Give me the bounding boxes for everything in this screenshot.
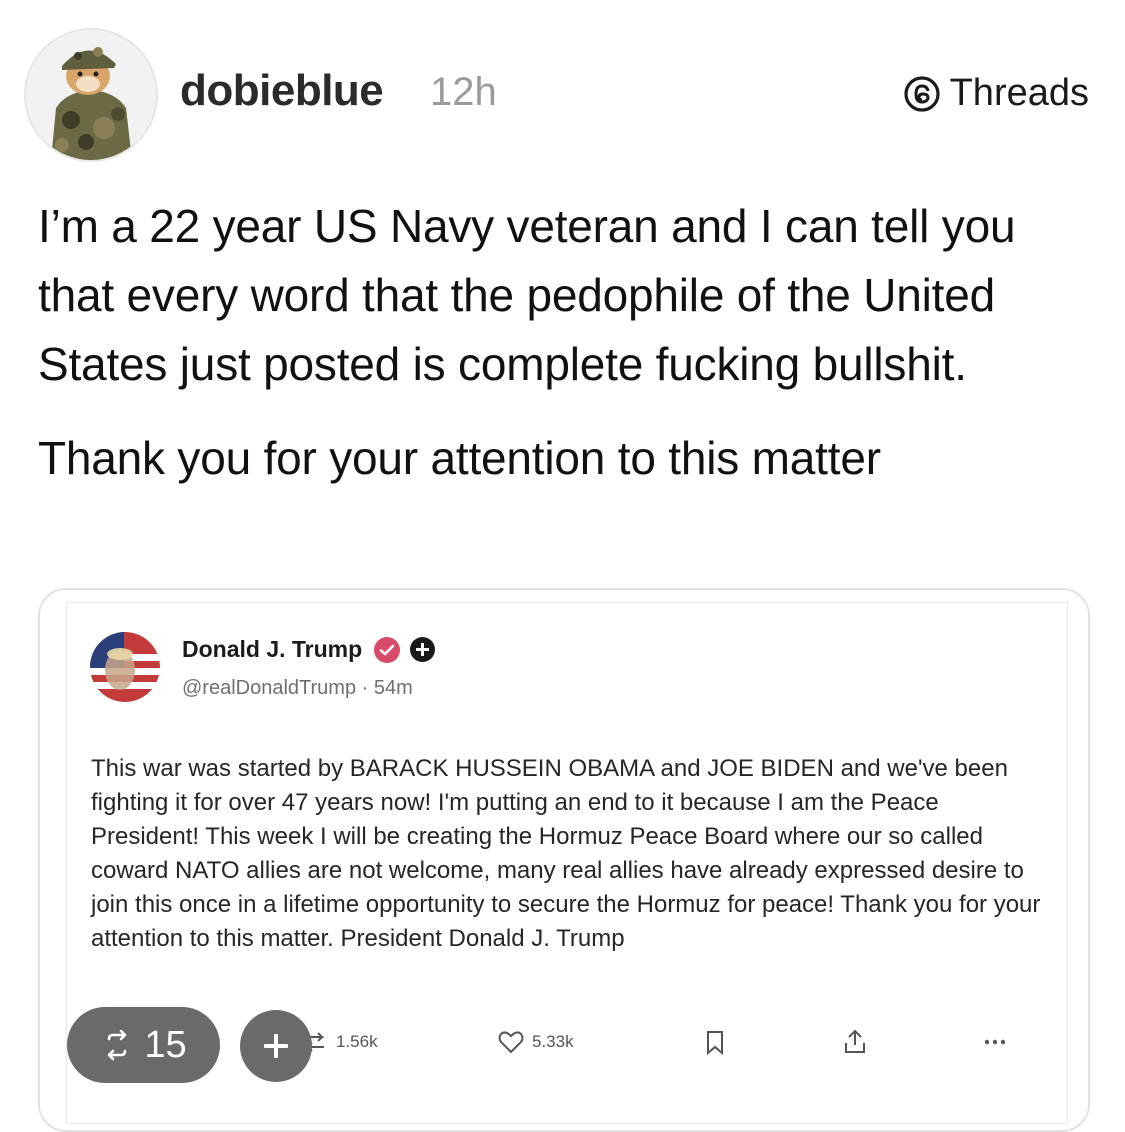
embedded-author-avatar — [90, 632, 160, 702]
plus-badge-icon — [410, 637, 435, 662]
military-dog-avatar-icon — [26, 30, 156, 160]
post-paragraph-2: Thank you for your attention to this mat… — [38, 432, 881, 484]
heart-icon — [498, 1031, 524, 1054]
author-avatar[interactable] — [24, 28, 158, 162]
post-body: I’m a 22 year US Navy veteran and I can … — [38, 192, 1098, 493]
embedded-bookmark-action — [700, 1027, 730, 1057]
embedded-more-action — [980, 1027, 1010, 1057]
threads-logo-icon — [903, 75, 940, 112]
embedded-like-action: 5.33k — [496, 1027, 574, 1057]
embedded-author-name: Donald J. Trump — [182, 636, 363, 662]
embedded-post-body: This war was started by BARACK HUSSEIN O… — [91, 755, 1041, 952]
post-paragraph-1: I’m a 22 year US Navy veteran and I can … — [38, 200, 1016, 390]
repost-count-button[interactable]: 15 — [67, 1007, 220, 1083]
more-dots-icon — [984, 1039, 1006, 1045]
repost-icon — [108, 1029, 127, 1061]
embedded-handle-time: @realDonaldTrump · 54m — [182, 677, 413, 699]
repost-count: 15 — [144, 1023, 187, 1066]
retruth-count: 1.56k — [336, 1032, 378, 1051]
plus-icon — [264, 1034, 288, 1058]
verified-badge-icon — [374, 637, 400, 663]
post-header: dobieblue 12h Threads — [0, 0, 1125, 170]
like-count: 5.33k — [532, 1032, 574, 1051]
share-icon — [845, 1029, 865, 1053]
post-timestamp: 12h — [430, 70, 497, 114]
threads-platform-badge[interactable]: Threads — [902, 72, 1089, 115]
embedded-share-action — [840, 1027, 870, 1057]
bookmark-icon — [707, 1031, 723, 1056]
threads-label: Threads — [949, 72, 1089, 114]
add-button[interactable] — [240, 1010, 312, 1082]
author-username[interactable]: dobieblue — [180, 66, 384, 116]
flag-portrait-avatar-icon — [90, 632, 160, 702]
